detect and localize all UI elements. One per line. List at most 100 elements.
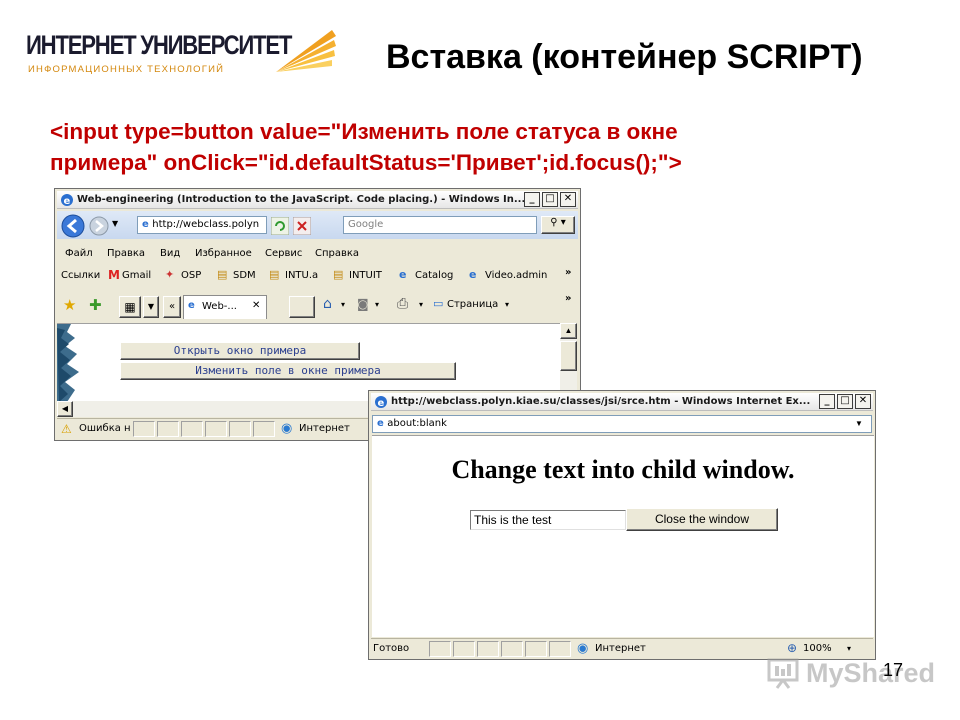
- zoom-icon[interactable]: ⊕: [787, 641, 797, 655]
- child-address-dropdown-icon[interactable]: ▼: [855, 419, 863, 428]
- scroll-left-button[interactable]: ◀: [57, 401, 73, 417]
- page-number: 17: [883, 660, 904, 680]
- status-cell-1: [133, 421, 155, 437]
- child-status-cell-4: [501, 641, 523, 657]
- minimize-button[interactable]: _: [524, 192, 540, 207]
- print-dropdown-icon[interactable]: ▾: [419, 300, 423, 309]
- decorative-background-strip: [57, 324, 85, 401]
- logo-title: ИНТЕРНЕТ УНИВЕРСИТЕТ: [26, 30, 292, 60]
- link-osp[interactable]: OSP: [181, 270, 201, 281]
- links-overflow-icon[interactable]: »: [565, 267, 571, 278]
- print-icon[interactable]: ⎙: [397, 296, 408, 312]
- osp-icon: ✦: [165, 268, 175, 281]
- new-tab-button[interactable]: [289, 296, 315, 318]
- child-browser-window: e http://webclass.polyn.kiae.su/classes/…: [368, 390, 876, 660]
- child-status-cell-3: [477, 641, 499, 657]
- child-window-title: http://webclass.polyn.kiae.su/classes/js…: [391, 396, 811, 407]
- menu-tools[interactable]: Сервис: [265, 248, 302, 259]
- tab-close-icon[interactable]: ✕: [252, 300, 260, 311]
- child-status-cell-6: [549, 641, 571, 657]
- search-icon: ⚲ ▾: [550, 217, 566, 228]
- link-video-admin[interactable]: Video.admin: [485, 270, 547, 281]
- link-intu[interactable]: INTU.a: [285, 270, 318, 281]
- code-line-1: <input type=button value="Изменить поле …: [50, 119, 678, 144]
- intuit-logo: ИНТЕРНЕТ УНИВЕРСИТЕТ ИНФОРМАЦИОННЫХ ТЕХН…: [26, 24, 336, 84]
- page-menu[interactable]: Страница: [447, 299, 498, 310]
- refresh-icon[interactable]: [271, 217, 289, 235]
- forward-icon[interactable]: [89, 216, 109, 236]
- address-field[interactable]: e http://webclass.polyn: [137, 216, 267, 234]
- search-field[interactable]: Google: [343, 216, 537, 234]
- stop-icon[interactable]: [293, 217, 311, 235]
- menu-favorites[interactable]: Избранное: [195, 248, 252, 259]
- child-close-button[interactable]: ✕: [855, 394, 871, 409]
- menu-view[interactable]: Вид: [160, 248, 180, 259]
- internet-zone-icon: ◉: [281, 421, 293, 436]
- sdm-icon: ▤: [217, 268, 228, 281]
- quick-tabs-icon: ▦: [124, 300, 136, 314]
- tab-page-icon: e: [188, 300, 195, 311]
- scroll-thumb[interactable]: [560, 341, 577, 371]
- close-button[interactable]: ✕: [560, 192, 576, 207]
- search-button[interactable]: ⚲ ▾: [541, 216, 575, 234]
- child-titlebar: e http://webclass.polyn.kiae.su/classes/…: [371, 393, 873, 411]
- back-icon[interactable]: [61, 214, 85, 238]
- feeds-dropdown-icon[interactable]: ▾: [375, 300, 379, 309]
- ie-logo-icon: e: [61, 194, 73, 207]
- page-icon: e: [142, 219, 153, 230]
- main-zone-text: Интернет: [299, 423, 350, 434]
- gmail-icon: M: [108, 268, 120, 282]
- warning-icon: ⚠: [61, 422, 72, 436]
- zoom-dropdown-icon[interactable]: ▾: [847, 644, 851, 653]
- child-address-text: about:blank: [387, 418, 447, 429]
- arrow-left-icon: ◀: [61, 404, 69, 413]
- child-address-field[interactable]: e about:blank: [372, 415, 872, 433]
- command-bar: ★ ✚ ▦ ▼ « e Web-... ✕ ⌂ ▾ ◙ ▾ ⎙ ▾ ▭ Стра…: [57, 293, 578, 321]
- tab-web[interactable]: e Web-... ✕: [183, 295, 267, 319]
- main-window-title: Web-engineering (Introduction to the Jav…: [77, 194, 526, 205]
- change-status-button[interactable]: Изменить поле в окне примера: [120, 362, 456, 380]
- page-menu-dropdown-icon[interactable]: ▾: [505, 300, 509, 309]
- presentation-icon: [767, 658, 799, 689]
- history-dropdown-icon[interactable]: ▼: [112, 219, 118, 228]
- child-status-cell-5: [525, 641, 547, 657]
- intuit-icon: ▤: [333, 268, 344, 281]
- child-maximize-button[interactable]: □: [837, 394, 853, 409]
- child-status-cell-2: [453, 641, 475, 657]
- link-gmail[interactable]: Gmail: [122, 270, 151, 281]
- menu-help[interactable]: Справка: [315, 248, 359, 259]
- main-titlebar: e Web-engineering (Introduction to the J…: [57, 191, 578, 209]
- child-internet-zone-icon: ◉: [577, 641, 589, 656]
- close-window-label: Close the window: [654, 512, 750, 526]
- feeds-icon[interactable]: ◙: [357, 297, 369, 311]
- home-dropdown-icon[interactable]: ▾: [341, 300, 345, 309]
- scroll-up-button[interactable]: ▲: [560, 323, 577, 339]
- add-favorites-icon[interactable]: ✚: [89, 296, 102, 314]
- slide-title: Вставка (контейнер SCRIPT): [386, 38, 863, 76]
- watermark-text: MyShared: [806, 658, 936, 688]
- tab-list-button[interactable]: ▼: [143, 296, 159, 318]
- main-status-text: Ошибка н: [79, 423, 131, 434]
- status-cell-4: [205, 421, 227, 437]
- watermark: MyShared: [766, 654, 936, 694]
- zoom-level[interactable]: 100%: [803, 643, 832, 654]
- double-chevron-left-icon: «: [168, 301, 176, 312]
- close-window-button[interactable]: Close the window: [626, 508, 778, 531]
- quick-tabs-button[interactable]: ▦: [119, 296, 141, 318]
- child-text-input[interactable]: This is the test: [470, 510, 626, 530]
- home-icon[interactable]: ⌂: [323, 296, 332, 312]
- link-sdm[interactable]: SDM: [233, 270, 256, 281]
- favorites-star-icon[interactable]: ★: [63, 296, 76, 314]
- command-overflow-icon[interactable]: »: [565, 293, 571, 304]
- menu-file[interactable]: Файл: [65, 248, 93, 259]
- maximize-button[interactable]: □: [542, 192, 558, 207]
- status-cell-2: [157, 421, 179, 437]
- link-intuit[interactable]: INTUIT: [349, 270, 382, 281]
- link-catalog[interactable]: Catalog: [415, 270, 453, 281]
- menu-edit[interactable]: Правка: [107, 248, 145, 259]
- tab-scroll-left[interactable]: «: [163, 296, 181, 318]
- child-ie-logo-icon: e: [375, 396, 387, 409]
- change-status-label: Изменить поле в окне примера: [195, 364, 381, 377]
- open-example-button[interactable]: Открыть окно примера: [120, 342, 360, 360]
- child-minimize-button[interactable]: _: [819, 394, 835, 409]
